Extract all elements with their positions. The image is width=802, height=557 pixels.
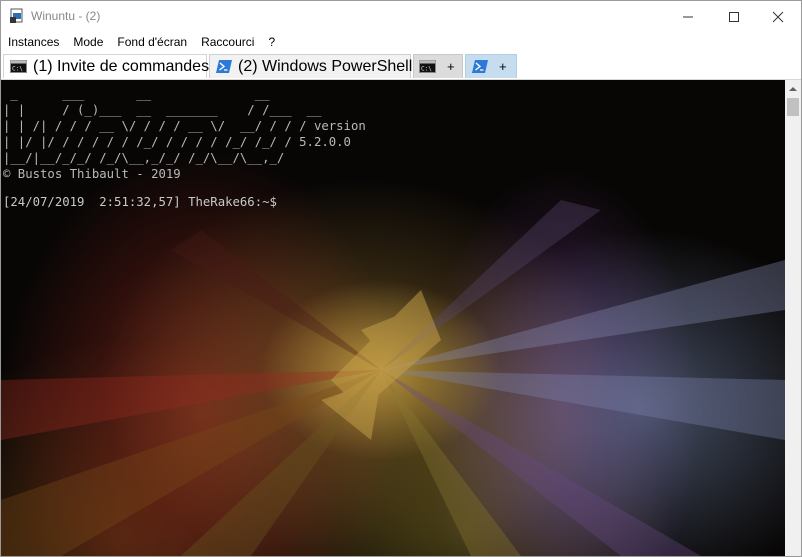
menu-bar: Instances Mode Fond d'écran Raccourci ? xyxy=(1,32,801,52)
menu-mode[interactable]: Mode xyxy=(66,32,110,52)
app-icon xyxy=(9,8,25,24)
plus-label: + xyxy=(447,59,455,74)
menu-instances[interactable]: Instances xyxy=(1,32,66,52)
menu-shortcut[interactable]: Raccourci xyxy=(194,32,261,52)
minimize-icon xyxy=(683,16,693,17)
title-bar[interactable]: Winuntu - (2) xyxy=(1,1,801,32)
command-prompt-line[interactable]: [24/07/2019 2:51:32,57] TheRake66:~$ xyxy=(3,194,277,210)
ascii-banner: _ ___ __ __ | | / (_)___ __ _______ / /_… xyxy=(3,87,366,181)
window-title: Winuntu - (2) xyxy=(31,9,101,23)
close-icon xyxy=(772,11,784,22)
menu-help[interactable]: ? xyxy=(261,32,282,52)
powershell-icon xyxy=(216,60,232,73)
tab-powershell[interactable]: (2) Windows PowerShell xyxy=(209,54,413,78)
vertical-scrollbar[interactable] xyxy=(785,80,801,556)
tab-label: (2) Windows PowerShell xyxy=(238,57,413,75)
app-window: Winuntu - (2) Instances Mode Fond d'écra… xyxy=(0,0,802,557)
tab-label: (1) Invite de commandes xyxy=(33,57,210,75)
tab-bar: C:\ (1) Invite de commandes (2) Windows … xyxy=(1,52,801,80)
cmd-icon: C:\ xyxy=(419,60,436,73)
maximize-icon xyxy=(729,11,739,22)
maximize-button[interactable] xyxy=(711,1,757,32)
scroll-up-button[interactable] xyxy=(785,80,801,96)
cmd-icon: C:\ xyxy=(10,60,27,73)
tab-command-prompt[interactable]: C:\ (1) Invite de commandes xyxy=(3,54,210,78)
powershell-icon xyxy=(472,60,488,73)
scroll-thumb[interactable] xyxy=(787,98,799,116)
svg-text:C:\: C:\ xyxy=(12,66,23,73)
plus-label: + xyxy=(499,59,507,74)
minimize-button[interactable] xyxy=(665,1,711,32)
chevron-up-icon xyxy=(789,86,797,91)
new-cmd-tab-button[interactable]: C:\ + xyxy=(413,54,463,78)
terminal-output[interactable]: _ ___ __ __ | | / (_)___ __ _______ / /_… xyxy=(1,80,785,556)
close-button[interactable] xyxy=(755,1,801,32)
new-powershell-tab-button[interactable]: + xyxy=(465,54,517,78)
svg-text:C:\: C:\ xyxy=(421,66,432,73)
menu-wallpaper[interactable]: Fond d'écran xyxy=(110,32,194,52)
